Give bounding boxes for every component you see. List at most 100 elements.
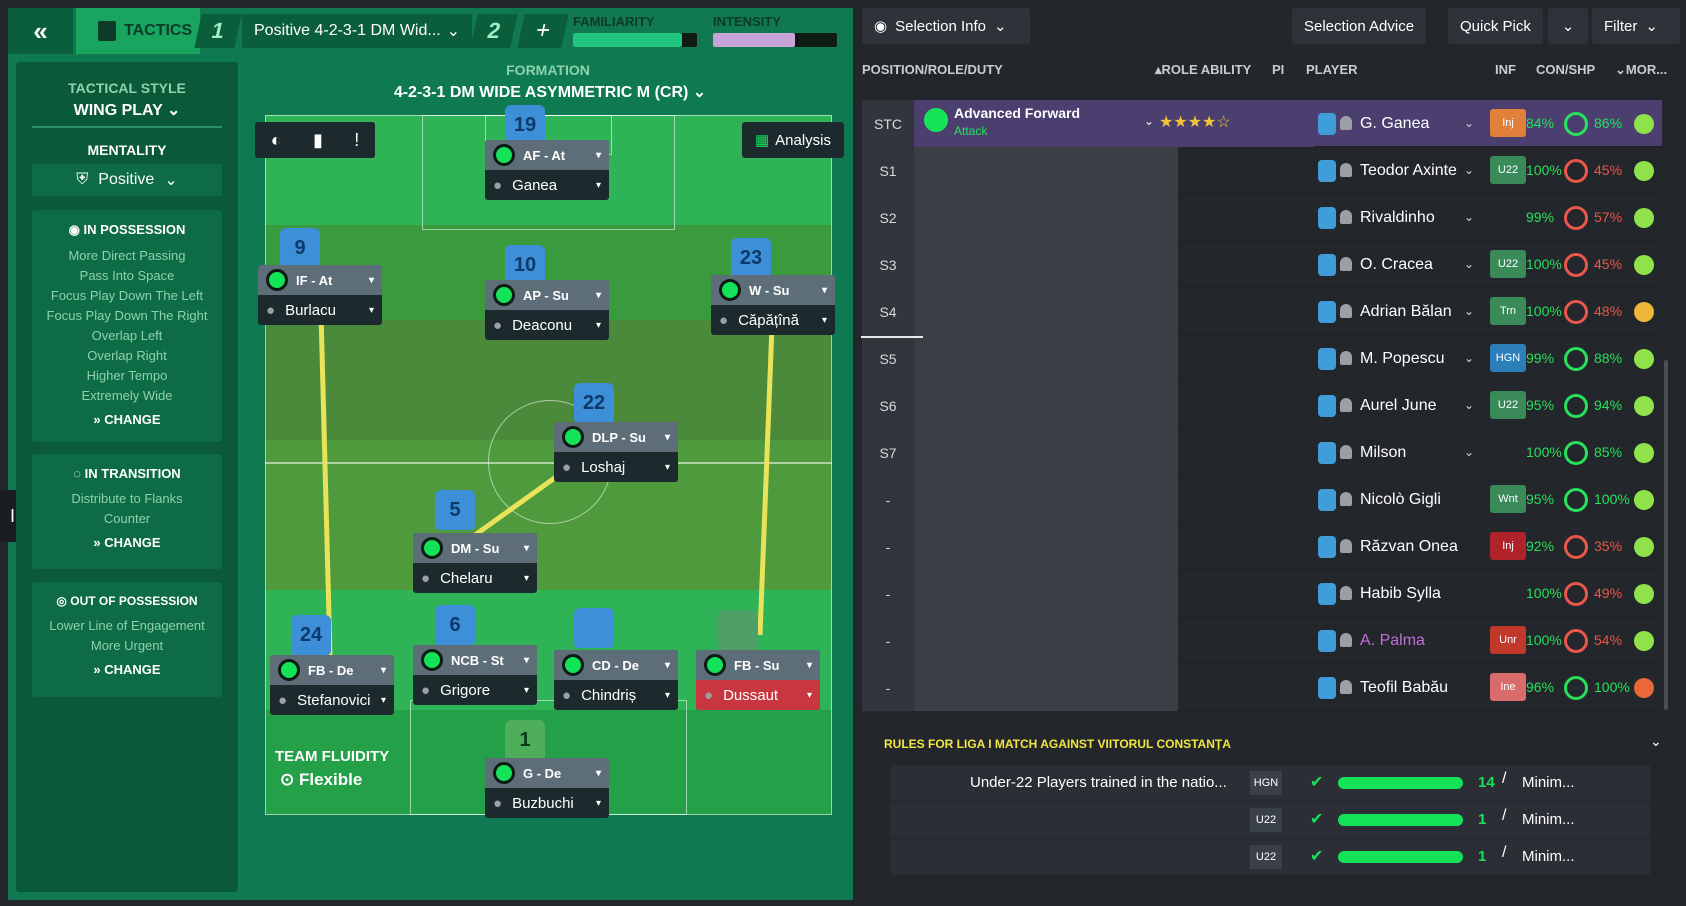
role-select[interactable]: NCB - St ▾ bbox=[413, 645, 537, 675]
analysis-button[interactable]: ▦ Analysis bbox=[742, 122, 844, 158]
chevron-down-icon[interactable]: ⌄ bbox=[1464, 241, 1474, 288]
player-name: Aurel June bbox=[1360, 397, 1437, 414]
player-card[interactable]: DLP - Su ▾ ● Loshaj ▾ bbox=[554, 422, 678, 482]
instruction-item: Lower Line of Engagement bbox=[49, 618, 205, 633]
role-ability-header[interactable]: ▴ROLE ABILITY bbox=[1155, 62, 1251, 78]
table-row[interactable]: - Habib Sylla 100% 49% bbox=[862, 570, 1662, 617]
tactical-style-label: TACTICAL STYLE bbox=[68, 80, 186, 96]
scrollbar[interactable] bbox=[1664, 360, 1668, 710]
player-select[interactable]: ● Burlacu ▾ bbox=[258, 295, 382, 325]
role-select[interactable]: DLP - Su ▾ bbox=[554, 422, 678, 452]
player-select[interactable]: ● Stefanovici ▾ bbox=[270, 685, 394, 715]
alert-icon[interactable]: ! bbox=[354, 130, 359, 151]
table-row[interactable]: S3 O. Cracea ⌄ U22 100% 45% bbox=[862, 241, 1662, 288]
dropdown-icon: ▾ bbox=[523, 542, 529, 554]
tactic-slot-1-button[interactable]: 1 bbox=[194, 14, 242, 48]
role-select[interactable]: FB - Su ▾ bbox=[696, 650, 820, 680]
player-header[interactable]: PLAYER bbox=[1306, 62, 1358, 77]
player-select[interactable]: ● Chindriș ▾ bbox=[554, 680, 678, 710]
chevron-down-icon[interactable]: ⌄ bbox=[1464, 288, 1474, 335]
player-select[interactable]: ● Dussaut ▾ bbox=[696, 680, 820, 710]
filter-button[interactable]: Filter ⌄ bbox=[1592, 8, 1680, 44]
position-role-duty-header[interactable]: POSITION/ROLE/DUTY bbox=[862, 62, 1003, 77]
contrast-icon[interactable]: ◐ bbox=[271, 130, 282, 151]
pi-header[interactable]: PI bbox=[1272, 62, 1284, 77]
player-card[interactable]: G - De ▾ ● Buzbuchi ▾ bbox=[485, 758, 609, 818]
mentality-label: MENTALITY bbox=[87, 142, 167, 158]
quick-pick-dropdown[interactable]: ⌄ bbox=[1548, 8, 1588, 44]
back-button[interactable]: « bbox=[8, 8, 73, 54]
mentality-select[interactable]: ⛨ Positive ⌄ bbox=[32, 164, 222, 196]
role-select[interactable]: AP - Su ▾ bbox=[485, 280, 609, 310]
player-select[interactable]: ● Loshaj ▾ bbox=[554, 452, 678, 482]
tactic-slot-2-button[interactable]: 2 bbox=[470, 14, 518, 48]
table-row[interactable]: S7 Milson ⌄ 100% 85% bbox=[862, 429, 1662, 476]
player-card[interactable]: DM - Su ▾ ● Chelaru ▾ bbox=[413, 533, 537, 593]
condition-value: 95% bbox=[1526, 397, 1555, 413]
role-select[interactable]: W - Su ▾ bbox=[711, 275, 835, 305]
in-transition-section: ◌ IN TRANSITION Distribute to Flanks Coun… bbox=[32, 454, 222, 569]
player-card[interactable]: IF - At ▾ ● Burlacu ▾ bbox=[258, 265, 382, 325]
tactics-tab[interactable]: TACTICS bbox=[76, 8, 200, 54]
player-select[interactable]: ● Chelaru ▾ bbox=[413, 563, 537, 593]
intensity-bar[interactable] bbox=[713, 33, 837, 47]
chevron-down-icon[interactable]: ⌄ bbox=[1464, 147, 1474, 194]
sharpness-value: 35% bbox=[1594, 538, 1623, 554]
in-transition-change-button[interactable]: » CHANGE bbox=[32, 535, 222, 550]
table-row[interactable]: - A. Palma Unr 100% 54% bbox=[862, 617, 1662, 664]
player-card[interactable]: AF - At ▾ ● Ganea ▾ bbox=[485, 140, 609, 200]
player-select[interactable]: ● Căpățînă ▾ bbox=[711, 305, 835, 335]
player-card[interactable]: FB - De ▾ ● Stefanovici ▾ bbox=[270, 655, 394, 715]
bar-chart-icon[interactable]: ▮ bbox=[313, 130, 323, 151]
selection-advice-button[interactable]: Selection Advice bbox=[1292, 8, 1427, 44]
table-row[interactable]: - Nicolò Gigli Wnt 95% 100% bbox=[862, 476, 1662, 523]
tactical-style-select[interactable]: WING PLAY ⌄ bbox=[16, 100, 238, 120]
role-select[interactable]: AF - At ▾ bbox=[485, 140, 609, 170]
out-of-possession-change-button[interactable]: » CHANGE bbox=[32, 662, 222, 677]
inf-header[interactable]: INF bbox=[1495, 62, 1516, 77]
role-select[interactable]: DM - Su ▾ bbox=[413, 533, 537, 563]
player-card[interactable]: CD - De ▾ ● Chindriș ▾ bbox=[554, 650, 678, 710]
role-cell[interactable]: Advanced Forward Attack ⌄ ★★★★☆ bbox=[914, 100, 1314, 147]
player-select[interactable]: ● Buzbuchi ▾ bbox=[485, 788, 609, 818]
table-row[interactable]: STC Advanced Forward Attack ⌄ ★★★★☆ G. Ganea ⌄… bbox=[862, 100, 1662, 147]
in-possession-change-button[interactable]: » CHANGE bbox=[32, 412, 222, 427]
role-select[interactable]: G - De ▾ bbox=[485, 758, 609, 788]
quick-pick-button[interactable]: Quick Pick bbox=[1448, 8, 1543, 44]
table-row[interactable]: S1 Teodor Axinte ⌄ U22 100% 45% bbox=[862, 147, 1662, 194]
formation-select[interactable]: 4-2-3-1 DM WIDE ASYMMETRIC M (CR) ⌄ bbox=[360, 82, 740, 102]
table-row[interactable]: S4 Adrian Bălan ⌄ Trn 100% 48% bbox=[862, 288, 1662, 335]
selection-info-button[interactable]: ◉ Selection Info ⌄ bbox=[862, 8, 1030, 44]
table-row[interactable]: S2 Rivaldinho ⌄ 99% 57% bbox=[862, 194, 1662, 241]
chevron-down-icon[interactable]: ⌄ bbox=[1464, 194, 1474, 241]
chevron-down-icon[interactable]: ⌄ bbox=[1464, 382, 1474, 429]
tactic-name: Positive 4-2-3-1 DM Wid... bbox=[254, 22, 441, 39]
dropdown-icon: ▾ bbox=[664, 659, 670, 671]
role-select[interactable]: CD - De ▾ bbox=[554, 650, 678, 680]
role-select[interactable]: FB - De ▾ bbox=[270, 655, 394, 685]
player-card[interactable]: NCB - St ▾ ● Grigore ▾ bbox=[413, 645, 537, 705]
chevron-down-icon[interactable]: ⌄ bbox=[1464, 429, 1474, 476]
table-row[interactable]: - Teofil Babău Ine 96% 100% bbox=[862, 664, 1662, 711]
con-shp-header[interactable]: CON/SHP bbox=[1536, 62, 1595, 77]
player-select[interactable]: ● Deaconu ▾ bbox=[485, 310, 609, 340]
tactic-select[interactable]: Positive 4-2-3-1 DM Wid... ⌄ bbox=[242, 14, 472, 48]
sharpness-value: 57% bbox=[1594, 209, 1623, 225]
player-select[interactable]: ● Grigore ▾ bbox=[413, 675, 537, 705]
role-select[interactable]: IF - At ▾ bbox=[258, 265, 382, 295]
add-tactic-button[interactable]: + bbox=[517, 14, 569, 48]
player-select[interactable]: ● Ganea ▾ bbox=[485, 170, 609, 200]
player-card[interactable]: W - Su ▾ ● Căpățînă ▾ bbox=[711, 275, 835, 335]
table-row[interactable]: S5 M. Popescu ⌄ HGN 99% 88% bbox=[862, 335, 1662, 382]
role-label: DM - Su bbox=[451, 540, 500, 556]
player-card[interactable]: FB - Su ▾ ● Dussaut ▾ bbox=[696, 650, 820, 710]
chevron-down-icon[interactable]: ⌄ bbox=[1144, 114, 1154, 128]
table-row[interactable]: - Răzvan Onea Inj 92% 35% bbox=[862, 523, 1662, 570]
player-card[interactable]: AP - Su ▾ ● Deaconu ▾ bbox=[485, 280, 609, 340]
chevron-down-icon[interactable]: ⌄ bbox=[1464, 100, 1474, 147]
chevron-down-icon[interactable]: ⌄ bbox=[1650, 733, 1662, 750]
chevron-down-icon[interactable]: ⌄ bbox=[1464, 335, 1474, 382]
familiarity-bar[interactable] bbox=[573, 33, 697, 47]
table-row[interactable]: S6 Aurel June ⌄ U22 95% 94% bbox=[862, 382, 1662, 429]
more-header[interactable]: ⌄MOR... bbox=[1615, 62, 1667, 78]
